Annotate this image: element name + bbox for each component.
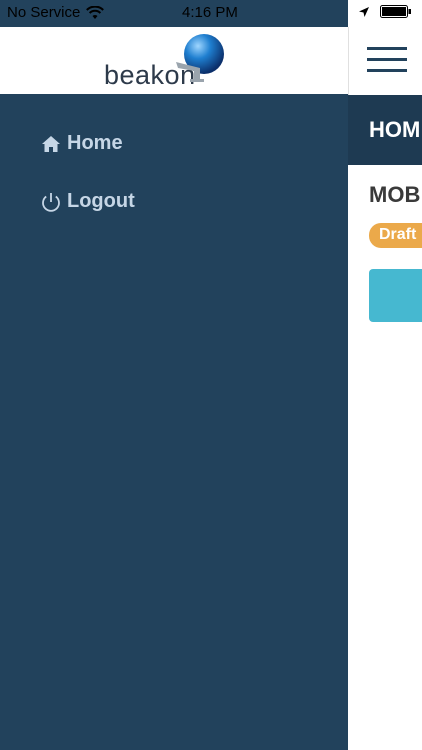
carrier-label: No Service — [7, 4, 81, 21]
status-right — [358, 5, 412, 18]
home-icon — [42, 135, 60, 152]
navigation-drawer: beakon Home Logout — [0, 0, 348, 750]
action-button[interactable] — [369, 269, 422, 322]
logo-globe-icon — [176, 33, 224, 82]
status-left: No Service — [7, 4, 105, 21]
menu-item-logout[interactable]: Logout — [40, 190, 135, 213]
menu-item-home[interactable]: Home — [40, 132, 123, 155]
menu-item-logout-label: Logout — [67, 190, 135, 212]
hamburger-menu-icon[interactable] — [367, 47, 407, 73]
page-topbar — [348, 27, 422, 95]
location-arrow-icon — [359, 6, 369, 17]
battery-icon — [380, 5, 411, 18]
beakon-logo: beakon — [104, 32, 244, 90]
status-bar: No Service 4:16 PM — [0, 0, 422, 27]
section-title: MOB — [369, 182, 421, 207]
power-icon — [42, 192, 60, 212]
main-page: HOM MOB Draft — [348, 0, 422, 750]
status-badge: Draft — [369, 223, 422, 248]
drawer-header: beakon — [0, 27, 348, 94]
status-time: 4:16 PM — [182, 4, 238, 21]
menu-item-home-label: Home — [67, 132, 123, 154]
wifi-icon — [86, 5, 105, 19]
page-title: HOM — [348, 95, 422, 165]
